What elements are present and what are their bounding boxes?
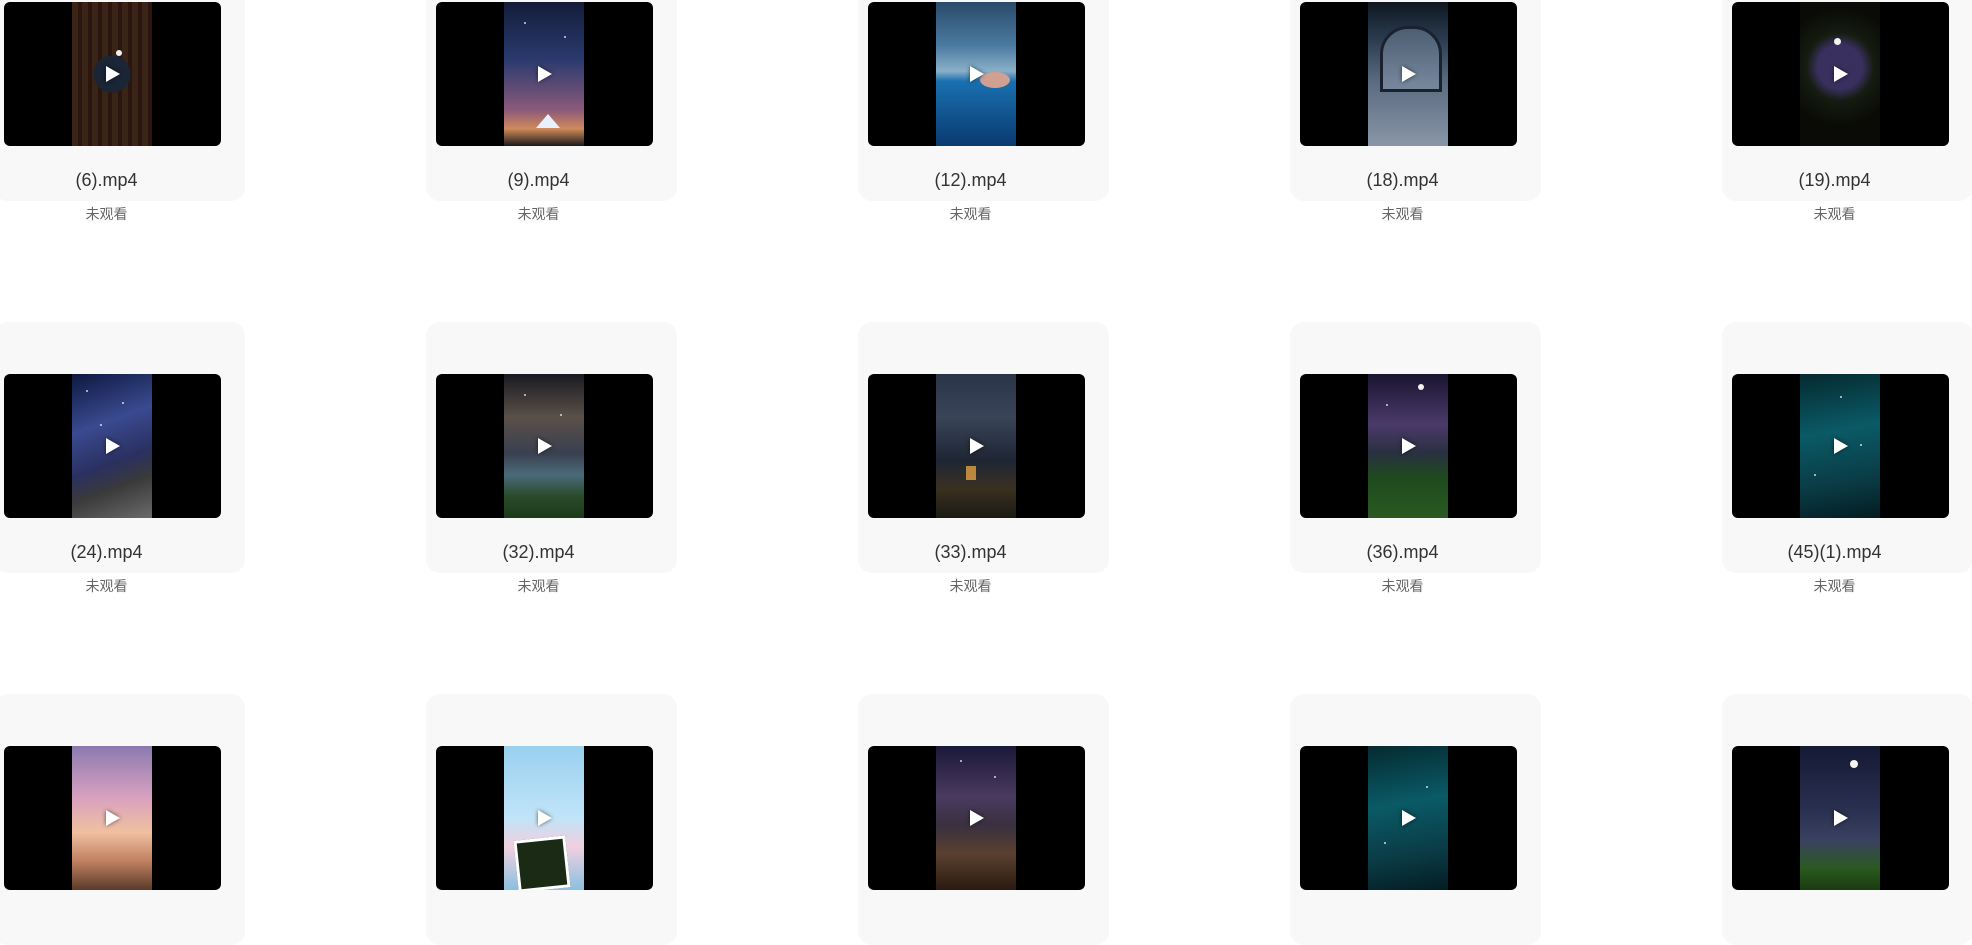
video-filename: (45)(1).mp4	[1787, 542, 1882, 562]
play-icon[interactable]	[538, 438, 552, 454]
video-thumbnail[interactable]	[1300, 374, 1517, 518]
video-card[interactable]: (9).mp4 未观看	[426, 0, 677, 222]
video-card[interactable]: (45)(1).mp4 未观看	[1722, 322, 1972, 594]
video-thumbnail[interactable]	[868, 746, 1085, 890]
watch-status: 未观看	[1381, 578, 1424, 594]
watch-status: 未观看	[949, 206, 992, 222]
play-icon[interactable]	[1834, 438, 1848, 454]
video-thumbnail[interactable]	[1732, 2, 1949, 146]
video-thumbnail[interactable]	[436, 746, 653, 890]
watch-status: 未观看	[1813, 578, 1856, 594]
watch-status: 未观看	[517, 206, 560, 222]
video-thumbnail[interactable]	[4, 746, 221, 890]
watch-status: 未观看	[517, 578, 560, 594]
play-icon[interactable]	[1834, 66, 1848, 82]
video-card[interactable]: (33).mp4 未观看	[858, 322, 1109, 594]
play-icon[interactable]	[106, 438, 120, 454]
video-card[interactable]	[0, 694, 245, 945]
video-card[interactable]	[1290, 694, 1541, 945]
video-filename: (12).mp4	[934, 170, 1007, 190]
watch-status: 未观看	[85, 578, 128, 594]
video-filename: (6).mp4	[75, 170, 138, 190]
play-icon[interactable]	[1402, 66, 1416, 82]
video-card[interactable]	[858, 694, 1109, 945]
watch-status: 未观看	[85, 206, 128, 222]
video-card[interactable]: (12).mp4 未观看	[858, 0, 1109, 222]
video-card[interactable]	[426, 694, 677, 945]
play-icon[interactable]	[970, 438, 984, 454]
play-icon[interactable]	[538, 810, 552, 826]
play-icon[interactable]	[970, 810, 984, 826]
video-filename: (36).mp4	[1366, 542, 1439, 562]
watch-status: 未观看	[1381, 206, 1424, 222]
video-thumbnail[interactable]	[4, 2, 221, 146]
video-thumbnail[interactable]	[1732, 746, 1949, 890]
video-thumbnail[interactable]	[436, 374, 653, 518]
video-card[interactable]: (6).mp4 未观看	[0, 0, 245, 222]
video-thumbnail[interactable]	[1300, 746, 1517, 890]
video-card[interactable]: (18).mp4 未观看	[1290, 0, 1541, 222]
video-filename: (18).mp4	[1366, 170, 1439, 190]
video-thumbnail[interactable]	[868, 374, 1085, 518]
video-filename: (33).mp4	[934, 542, 1007, 562]
play-icon[interactable]	[106, 66, 120, 82]
play-icon[interactable]	[1402, 438, 1416, 454]
play-icon[interactable]	[970, 66, 984, 82]
video-card[interactable]: (36).mp4 未观看	[1290, 322, 1541, 594]
video-filename: (9).mp4	[507, 170, 570, 190]
video-filename: (32).mp4	[502, 542, 575, 562]
video-thumbnail[interactable]	[4, 374, 221, 518]
video-filename: (19).mp4	[1798, 170, 1871, 190]
play-icon[interactable]	[1834, 810, 1848, 826]
video-filename: (24).mp4	[70, 542, 143, 562]
watch-status: 未观看	[949, 578, 992, 594]
video-card[interactable]: (19).mp4 未观看	[1722, 0, 1972, 222]
video-card[interactable]: (24).mp4 未观看	[0, 322, 245, 594]
video-card[interactable]: (32).mp4 未观看	[426, 322, 677, 594]
video-thumbnail[interactable]	[1300, 2, 1517, 146]
watch-status: 未观看	[1813, 206, 1856, 222]
video-card[interactable]	[1722, 694, 1972, 945]
video-thumbnail[interactable]	[436, 2, 653, 146]
play-icon[interactable]	[538, 66, 552, 82]
video-thumbnail[interactable]	[1732, 374, 1949, 518]
video-thumbnail[interactable]	[868, 2, 1085, 146]
play-icon[interactable]	[1402, 810, 1416, 826]
play-icon[interactable]	[106, 810, 120, 826]
